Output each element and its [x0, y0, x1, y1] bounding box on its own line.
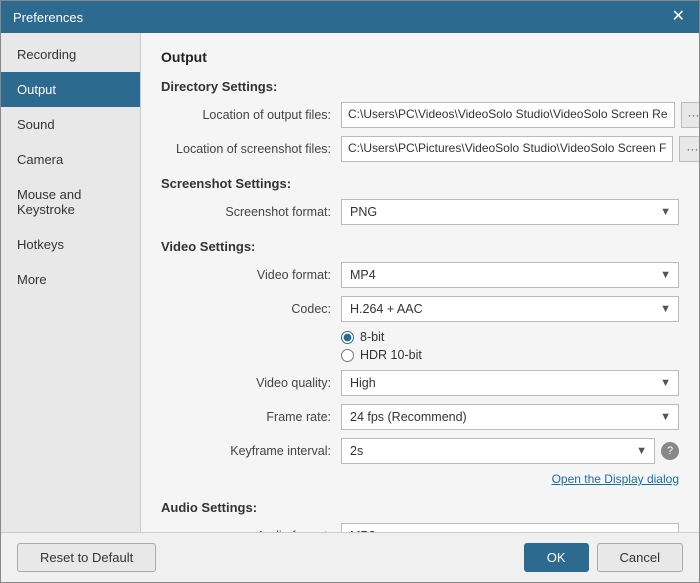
video-quality-select[interactable]: High Medium Low — [341, 370, 679, 396]
output-files-path: C:\Users\PC\Videos\VideoSolo Studio\Vide… — [341, 102, 675, 128]
hdr-label: HDR 10-bit — [360, 348, 422, 362]
bit-depth-radio-group: 8-bit HDR 10-bit — [341, 330, 422, 362]
frame-rate-label: Frame rate: — [161, 410, 341, 424]
keyframe-control: 2s 4s 6s ▼ ? — [341, 438, 679, 464]
sidebar-item-more[interactable]: More — [1, 262, 140, 297]
screenshot-format-select[interactable]: PNG JPG BMP — [341, 199, 679, 225]
frame-rate-select[interactable]: 24 fps (Recommend) 30 fps 60 fps — [341, 404, 679, 430]
screenshot-files-control: C:\Users\PC\Pictures\VideoSolo Studio\Vi… — [341, 136, 699, 162]
hdr-radio[interactable] — [341, 349, 354, 362]
codec-control: H.264 + AAC H.265 + AAC ▼ — [341, 296, 679, 322]
video-format-wrapper: MP4 AVI MOV ▼ — [341, 262, 679, 288]
directory-section-title: Directory Settings: — [161, 79, 679, 94]
output-files-row: Location of output files: C:\Users\PC\Vi… — [161, 102, 679, 128]
video-quality-row: Video quality: High Medium Low ▼ — [161, 370, 679, 396]
screenshot-files-path: C:\Users\PC\Pictures\VideoSolo Studio\Vi… — [341, 136, 673, 162]
screenshot-files-row: Location of screenshot files: C:\Users\P… — [161, 136, 679, 162]
video-quality-control: High Medium Low ▼ — [341, 370, 679, 396]
8bit-radio-label[interactable]: 8-bit — [341, 330, 422, 344]
codec-label: Codec: — [161, 302, 341, 316]
keyframe-label: Keyframe interval: — [161, 444, 341, 458]
screenshot-files-label: Location of screenshot files: — [161, 142, 341, 156]
frame-rate-row: Frame rate: 24 fps (Recommend) 30 fps 60… — [161, 404, 679, 430]
titlebar: Preferences ✕ — [1, 1, 699, 33]
codec-select[interactable]: H.264 + AAC H.265 + AAC — [341, 296, 679, 322]
video-section-title: Video Settings: — [161, 239, 679, 254]
video-format-control: MP4 AVI MOV ▼ — [341, 262, 679, 288]
8bit-label: 8-bit — [360, 330, 384, 344]
close-button[interactable]: ✕ — [670, 9, 687, 25]
output-files-label: Location of output files: — [161, 108, 341, 122]
reset-to-default-button[interactable]: Reset to Default — [17, 543, 156, 572]
footer: Reset to Default OK Cancel — [1, 532, 699, 582]
page-title: Output — [161, 49, 679, 65]
frame-rate-control: 24 fps (Recommend) 30 fps 60 fps ▼ — [341, 404, 679, 430]
screenshot-format-row: Screenshot format: PNG JPG BMP ▼ — [161, 199, 679, 225]
output-files-control: C:\Users\PC\Videos\VideoSolo Studio\Vide… — [341, 102, 699, 128]
sidebar-item-mouse-keystroke[interactable]: Mouse and Keystroke — [1, 177, 140, 227]
video-format-select[interactable]: MP4 AVI MOV — [341, 262, 679, 288]
audio-format-row: Audio format: MP3 AAC WAV ▼ — [161, 523, 679, 532]
keyframe-inner: 2s 4s 6s ▼ ? — [341, 438, 679, 464]
audio-format-select[interactable]: MP3 AAC WAV — [341, 523, 679, 532]
sidebar-item-recording[interactable]: Recording — [1, 37, 140, 72]
codec-wrapper: H.264 + AAC H.265 + AAC ▼ — [341, 296, 679, 322]
bit-depth-row: 8-bit HDR 10-bit — [161, 330, 679, 362]
footer-right-buttons: OK Cancel — [524, 543, 683, 572]
keyframe-wrapper: 2s 4s 6s ▼ — [341, 438, 655, 464]
audio-format-wrapper: MP3 AAC WAV ▼ — [341, 523, 679, 532]
sidebar-item-output[interactable]: Output — [1, 72, 140, 107]
keyframe-select[interactable]: 2s 4s 6s — [341, 438, 655, 464]
output-files-dots[interactable]: ··· — [681, 102, 699, 128]
keyframe-row: Keyframe interval: 2s 4s 6s ▼ ? — [161, 438, 679, 464]
preferences-dialog: Preferences ✕ Recording Output Sound Cam… — [0, 0, 700, 583]
codec-row: Codec: H.264 + AAC H.265 + AAC ▼ — [161, 296, 679, 322]
screenshot-format-wrapper: PNG JPG BMP ▼ — [341, 199, 679, 225]
screenshot-files-dots[interactable]: ··· — [679, 136, 699, 162]
8bit-radio[interactable] — [341, 331, 354, 344]
bit-depth-control: 8-bit HDR 10-bit — [341, 330, 679, 362]
audio-section-title: Audio Settings: — [161, 500, 679, 515]
sidebar: Recording Output Sound Camera Mouse and … — [1, 33, 141, 532]
video-quality-wrapper: High Medium Low ▼ — [341, 370, 679, 396]
ok-button[interactable]: OK — [524, 543, 589, 572]
video-format-row: Video format: MP4 AVI MOV ▼ — [161, 262, 679, 288]
help-icon[interactable]: ? — [661, 442, 679, 460]
dialog-body: Recording Output Sound Camera Mouse and … — [1, 33, 699, 532]
screenshot-format-control: PNG JPG BMP ▼ — [341, 199, 679, 225]
frame-rate-wrapper: 24 fps (Recommend) 30 fps 60 fps ▼ — [341, 404, 679, 430]
audio-format-control: MP3 AAC WAV ▼ — [341, 523, 679, 532]
sidebar-item-sound[interactable]: Sound — [1, 107, 140, 142]
screenshot-section-title: Screenshot Settings: — [161, 176, 679, 191]
sidebar-item-camera[interactable]: Camera — [1, 142, 140, 177]
sidebar-item-hotkeys[interactable]: Hotkeys — [1, 227, 140, 262]
video-format-label: Video format: — [161, 268, 341, 282]
hdr-radio-label[interactable]: HDR 10-bit — [341, 348, 422, 362]
cancel-button[interactable]: Cancel — [597, 543, 683, 572]
screenshot-format-label: Screenshot format: — [161, 205, 341, 219]
main-content: Output Directory Settings: Location of o… — [141, 33, 699, 532]
dialog-title: Preferences — [13, 10, 83, 25]
video-quality-label: Video quality: — [161, 376, 341, 390]
open-display-dialog-link[interactable]: Open the Display dialog — [161, 472, 679, 486]
